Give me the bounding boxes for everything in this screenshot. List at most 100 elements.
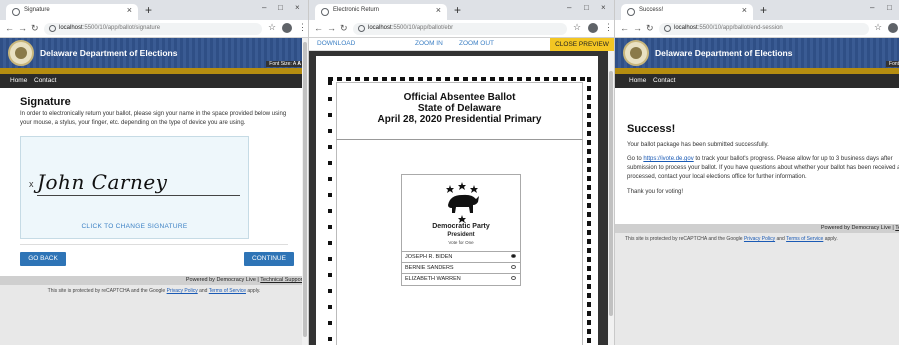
tab-close-icon[interactable]: ×	[742, 5, 747, 15]
party-name: Democratic Party	[432, 223, 490, 230]
account-icon[interactable]	[588, 23, 598, 33]
account-icon[interactable]	[282, 23, 292, 33]
info-icon	[358, 25, 365, 32]
url-path: :5500/10/app/ballot/signature	[82, 25, 161, 31]
technical-support-link[interactable]: Technical Support	[895, 225, 899, 231]
new-tab-icon[interactable]: +	[454, 3, 461, 17]
arrow-left-icon[interactable]: ←	[620, 23, 629, 33]
technical-support-link[interactable]: Technical Support	[260, 277, 304, 283]
minimize-icon[interactable]: –	[870, 3, 874, 12]
address-bar: ← → ↻ localhost:5500/10/app/ballot/signa…	[0, 20, 308, 38]
tracking-info: Go to https://ivote.de.gov to track your…	[627, 155, 899, 182]
scroll-thumb[interactable]	[609, 71, 613, 316]
tab-strip: Signature × + – □ ×	[0, 0, 308, 20]
font-size-label: Font Size: A	[269, 61, 296, 67]
preview-scrollbar[interactable]	[608, 51, 614, 345]
tab-close-icon[interactable]: ×	[127, 5, 132, 15]
account-icon[interactable]	[888, 23, 898, 33]
url-path: :5500/10/app/ballot/end-session	[697, 25, 783, 31]
signature-pad[interactable]: x John Carney CLICK TO CHANGE SIGNATURE	[20, 136, 249, 239]
tab-strip: Electronic Return × + – □ ×	[309, 0, 614, 20]
kebab-menu-icon[interactable]: ⋮	[298, 22, 307, 33]
nav-home[interactable]: Home	[629, 77, 646, 84]
url-field[interactable]: localhost:5500/10/app/ballot/ebr	[353, 23, 567, 35]
browser-window-signature: Signature × + – □ × ← → ↻ localhost:5500…	[0, 0, 309, 345]
terms-of-service-link[interactable]: Terms of Service	[786, 236, 823, 242]
globe-icon	[12, 8, 20, 16]
star-icon[interactable]: ☆	[268, 22, 276, 33]
arrow-left-icon[interactable]: ←	[5, 23, 14, 33]
privacy-policy-link[interactable]: Privacy Policy	[744, 236, 775, 242]
browser-window-success: Success! × + – □ ← → ↻ localhost:5500/10…	[615, 0, 899, 345]
candidate-name: BERNIE SANDERS	[405, 265, 454, 271]
url-host: localhost	[59, 25, 83, 31]
download-button[interactable]: DOWNLOAD	[317, 40, 355, 47]
privacy-policy-link[interactable]: Privacy Policy	[167, 288, 198, 294]
ballot-title: Official Absentee Ballot	[403, 92, 516, 103]
font-size-large[interactable]: A	[297, 61, 301, 67]
ballot-header: Official Absentee Ballot State of Delawa…	[336, 82, 583, 140]
url-field[interactable]: localhost:5500/10/app/ballot/signature	[44, 23, 262, 35]
zoom-in-button[interactable]: ZOOM IN	[415, 40, 443, 47]
reload-icon[interactable]: ↻	[646, 23, 654, 34]
go-back-button[interactable]: GO BACK	[20, 252, 66, 266]
nav-contact[interactable]: Contact	[34, 77, 56, 84]
maximize-icon[interactable]: □	[584, 3, 589, 12]
close-window-icon[interactable]: ×	[601, 3, 606, 12]
site-title: Delaware Department of Elections	[40, 48, 178, 58]
star-icon[interactable]: ☆	[573, 22, 581, 33]
candidate-row: JOSEPH R. BIDEN	[402, 251, 520, 262]
delaware-seal-logo	[623, 40, 649, 66]
ballot-page: Official Absentee Ballot State of Delawa…	[316, 56, 598, 345]
font-size-control[interactable]: Font Size: A A	[266, 61, 304, 67]
reload-icon[interactable]: ↻	[340, 23, 348, 34]
scroll-thumb[interactable]	[303, 42, 307, 337]
tab-title: Electronic Return	[333, 7, 380, 13]
maximize-icon[interactable]: □	[278, 3, 283, 12]
globe-icon	[321, 8, 329, 16]
tab-close-icon[interactable]: ×	[436, 5, 441, 15]
scrollbar[interactable]	[302, 38, 308, 345]
arrow-right-icon[interactable]: →	[18, 23, 27, 33]
font-size-control[interactable]: Font Size: A	[886, 61, 899, 67]
recaptcha-text: This site is protected by reCAPTCHA and …	[47, 288, 167, 294]
reload-icon[interactable]: ↻	[31, 23, 39, 34]
close-window-icon[interactable]: ×	[295, 3, 300, 12]
continue-button[interactable]: CONTINUE	[244, 252, 294, 266]
url-path: :5500/10/app/ballot/ebr	[391, 25, 454, 31]
preview-toolbar: DOWNLOAD ZOOM IN ZOOM OUT CLOSE PREVIEW	[309, 38, 614, 51]
delaware-seal-logo	[8, 40, 34, 66]
arrow-left-icon[interactable]: ←	[314, 23, 323, 33]
nav-home[interactable]: Home	[10, 77, 27, 84]
new-tab-icon[interactable]: +	[145, 3, 152, 17]
browser-tab[interactable]: Signature ×	[6, 4, 138, 20]
candidate-oval-selected	[511, 254, 516, 258]
ivote-link[interactable]: https://ivote.de.gov	[643, 156, 693, 162]
browser-window-preview: Electronic Return × + – □ × ← → ↻ localh…	[309, 0, 615, 345]
close-preview-button[interactable]: CLOSE PREVIEW	[550, 38, 614, 51]
page-title: Signature	[20, 96, 71, 108]
tab-title: Signature	[24, 7, 50, 13]
change-signature-link[interactable]: CLICK TO CHANGE SIGNATURE	[21, 223, 248, 230]
maximize-icon[interactable]: □	[887, 3, 892, 12]
kebab-menu-icon[interactable]: ⋮	[604, 22, 613, 33]
candidate-row: BERNIE SANDERS	[402, 262, 520, 273]
browser-tab[interactable]: Success! ×	[621, 4, 753, 20]
address-bar: ← → ↻ localhost:5500/10/app/ballot/end-s…	[615, 20, 899, 38]
minimize-icon[interactable]: –	[262, 3, 266, 12]
arrow-right-icon[interactable]: →	[633, 23, 642, 33]
navbar: Home Contact	[615, 74, 899, 88]
star-icon[interactable]: ☆	[874, 22, 882, 33]
nav-contact[interactable]: Contact	[653, 77, 675, 84]
tab-strip: Success! × + – □	[615, 0, 899, 20]
zoom-out-button[interactable]: ZOOM OUT	[459, 40, 494, 47]
arrow-right-icon[interactable]: →	[327, 23, 336, 33]
url-field[interactable]: localhost:5500/10/app/ballot/end-session	[659, 23, 869, 35]
divider	[20, 244, 288, 245]
minimize-icon[interactable]: –	[567, 3, 571, 12]
terms-of-service-link[interactable]: Terms of Service	[209, 288, 246, 294]
recaptcha-suffix: apply.	[245, 288, 261, 294]
new-tab-icon[interactable]: +	[760, 3, 767, 17]
browser-tab[interactable]: Electronic Return ×	[315, 4, 447, 20]
signature-page: Delaware Department of Elections Font Si…	[0, 38, 308, 345]
